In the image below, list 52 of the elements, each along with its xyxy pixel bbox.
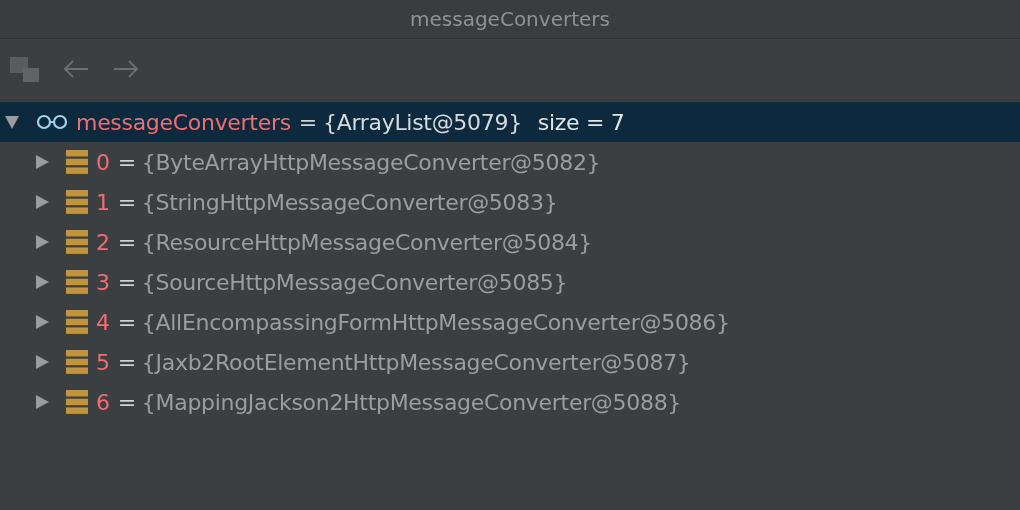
- collapsed-arrow-icon[interactable]: [34, 394, 50, 410]
- equals-sign: =: [117, 229, 136, 255]
- variable-name: 4: [96, 309, 110, 335]
- variable-value: {MappingJackson2HttpMessageConverter@5088}: [141, 389, 682, 415]
- variable-value: {ArrayList@5079}: [322, 109, 522, 135]
- tree-row[interactable]: 2 = {ResourceHttpMessageConverter@5084}: [0, 222, 1020, 262]
- variable-name: messageConverters: [76, 109, 291, 135]
- tree-row[interactable]: 4 = {AllEncompassingFormHttpMessageConverter@5086}: [0, 302, 1020, 342]
- variable-value: {AllEncompassingFormHttpMessageConverter@5086}: [141, 309, 730, 335]
- collapsed-arrow-icon[interactable]: [34, 274, 50, 290]
- equals-sign: =: [117, 309, 136, 335]
- variable-name: 0: [96, 149, 110, 175]
- tree-row[interactable]: 5 = {Jaxb2RootElementHttpMessageConverter@5087}: [0, 342, 1020, 382]
- tree-row[interactable]: messageConverters = {ArrayList@5079} size = 7: [0, 102, 1020, 142]
- size-label: size = 7: [537, 109, 625, 135]
- collapsed-arrow-icon[interactable]: [34, 234, 50, 250]
- stack-icon: [66, 230, 88, 254]
- variable-name: 2: [96, 229, 110, 255]
- collapsed-arrow-icon[interactable]: [34, 354, 50, 370]
- variable-name: 1: [96, 189, 110, 215]
- variable-value: {StringHttpMessageConverter@5083}: [141, 189, 558, 215]
- back-arrow-icon[interactable]: [62, 59, 90, 79]
- glasses-icon: [36, 114, 68, 130]
- tree-row[interactable]: 1 = {StringHttpMessageConverter@5083}: [0, 182, 1020, 222]
- collapsed-arrow-icon[interactable]: [34, 314, 50, 330]
- variable-value: {Jaxb2RootElementHttpMessageConverter@5087}: [141, 349, 691, 375]
- variable-value: {ByteArrayHttpMessageConverter@5082}: [141, 149, 601, 175]
- equals-sign: =: [298, 109, 317, 135]
- tree-row[interactable]: 3 = {SourceHttpMessageConverter@5085}: [0, 262, 1020, 302]
- stack-icon: [66, 350, 88, 374]
- variable-value: {SourceHttpMessageConverter@5085}: [141, 269, 568, 295]
- collapsed-arrow-icon[interactable]: [34, 154, 50, 170]
- variable-name: 3: [96, 269, 110, 295]
- equals-sign: =: [117, 189, 136, 215]
- equals-sign: =: [117, 269, 136, 295]
- collapsed-arrow-icon[interactable]: [34, 194, 50, 210]
- stack-icon: [66, 390, 88, 414]
- tree-row[interactable]: 6 = {MappingJackson2HttpMessageConverter@5088}: [0, 382, 1020, 422]
- expanded-arrow-icon[interactable]: [4, 114, 20, 130]
- variable-value: {ResourceHttpMessageConverter@5084}: [141, 229, 592, 255]
- stack-icon: [66, 310, 88, 334]
- window-title: messageConverters: [410, 7, 610, 31]
- stack-icon: [66, 190, 88, 214]
- equals-sign: =: [117, 349, 136, 375]
- forward-arrow-icon[interactable]: [112, 59, 140, 79]
- equals-sign: =: [117, 389, 136, 415]
- stack-icon: [66, 270, 88, 294]
- variable-name: 6: [96, 389, 110, 415]
- variable-name: 5: [96, 349, 110, 375]
- equals-sign: =: [117, 149, 136, 175]
- tree-row[interactable]: 0 = {ByteArrayHttpMessageConverter@5082}: [0, 142, 1020, 182]
- stack-icon: [66, 150, 88, 174]
